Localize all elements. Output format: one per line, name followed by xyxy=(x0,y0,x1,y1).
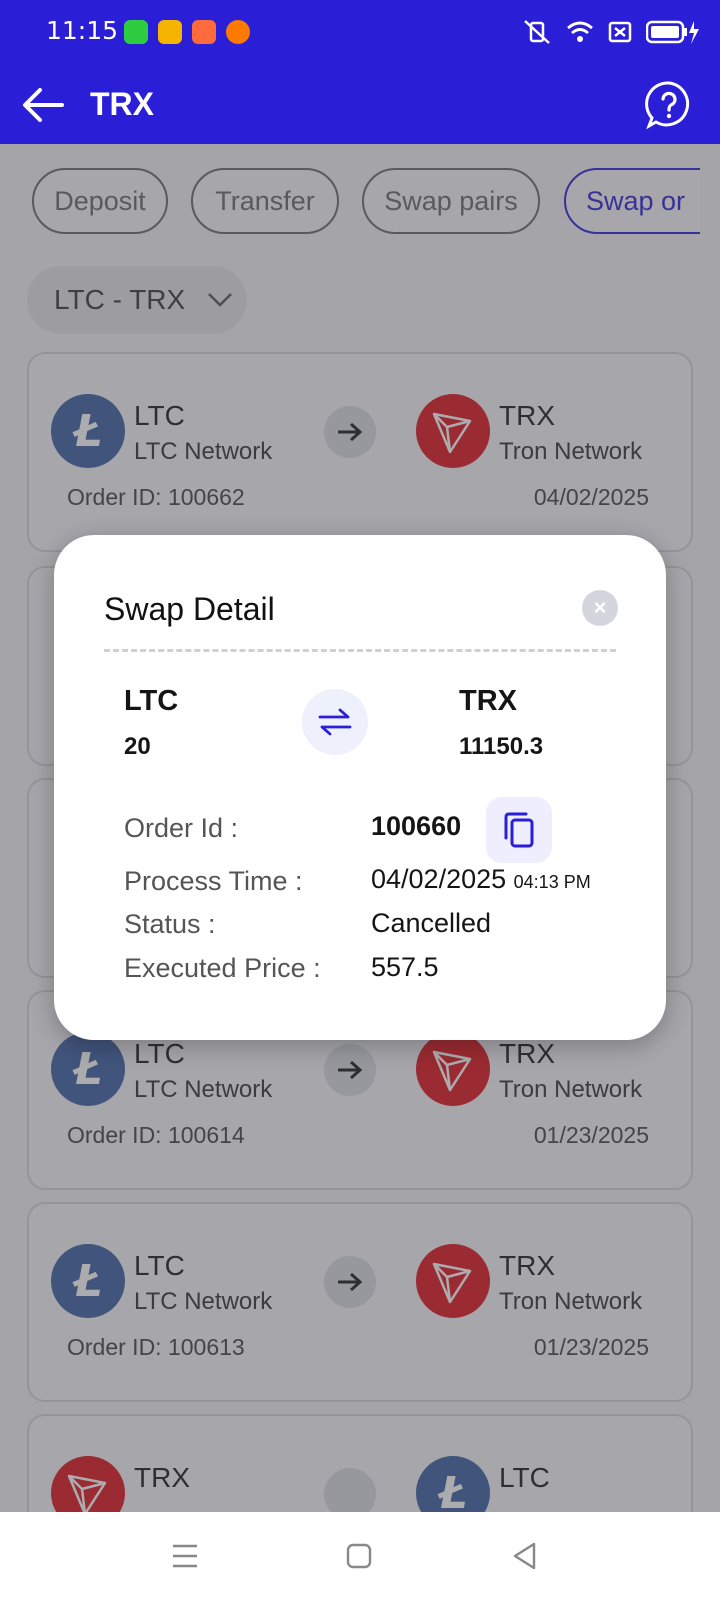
dialog-title: Swap Detail xyxy=(104,591,275,627)
back-icon[interactable] xyxy=(507,1538,543,1574)
battery-icon xyxy=(646,20,699,44)
copy-button[interactable] xyxy=(486,797,552,863)
sim-off-icon xyxy=(608,21,632,43)
swap-arrows-icon xyxy=(302,689,368,755)
executed-price-label: Executed Price : xyxy=(124,953,321,983)
executed-price-value: 557.5 xyxy=(371,952,439,982)
from-amount: 20 xyxy=(124,733,151,760)
close-icon: × xyxy=(593,595,607,620)
page-title: TRX xyxy=(90,86,154,122)
app-bar: TRX xyxy=(0,64,720,144)
star-app-icon xyxy=(192,20,216,44)
status-value: Cancelled xyxy=(371,908,492,938)
copy-icon xyxy=(504,812,534,848)
swap-detail-dialog: Swap Detail × LTC 20 TRX 11150.3 Order I… xyxy=(54,535,666,1040)
status-label: Status : xyxy=(124,909,216,939)
vibrate-off-icon xyxy=(524,20,550,44)
order-id-value: 100660 xyxy=(371,811,462,841)
status-bar: 11:15 xyxy=(0,0,720,64)
status-time: 11:15 xyxy=(46,16,119,45)
process-time: 04:13 PM xyxy=(513,872,591,892)
help-icon[interactable] xyxy=(644,80,694,130)
system-nav-bar xyxy=(0,1512,720,1600)
process-time-value: 04/02/2025 04:13 PM xyxy=(371,864,591,895)
to-symbol: TRX xyxy=(459,685,517,717)
process-time-label: Process Time : xyxy=(124,866,303,896)
divider xyxy=(104,649,616,652)
calculator-app-icon xyxy=(124,20,148,44)
order-id-label: Order Id : xyxy=(124,813,239,843)
heart-app-icon xyxy=(158,20,182,44)
back-arrow-icon[interactable] xyxy=(18,80,68,130)
to-amount: 11150.3 xyxy=(459,733,544,760)
from-symbol: LTC xyxy=(124,685,179,717)
wifi-icon xyxy=(567,21,593,42)
process-date: 04/02/2025 xyxy=(371,864,507,894)
menu-icon[interactable] xyxy=(167,1538,203,1574)
home-icon[interactable] xyxy=(341,1538,377,1574)
close-button[interactable]: × xyxy=(582,590,618,626)
browser-app-icon xyxy=(226,20,250,44)
